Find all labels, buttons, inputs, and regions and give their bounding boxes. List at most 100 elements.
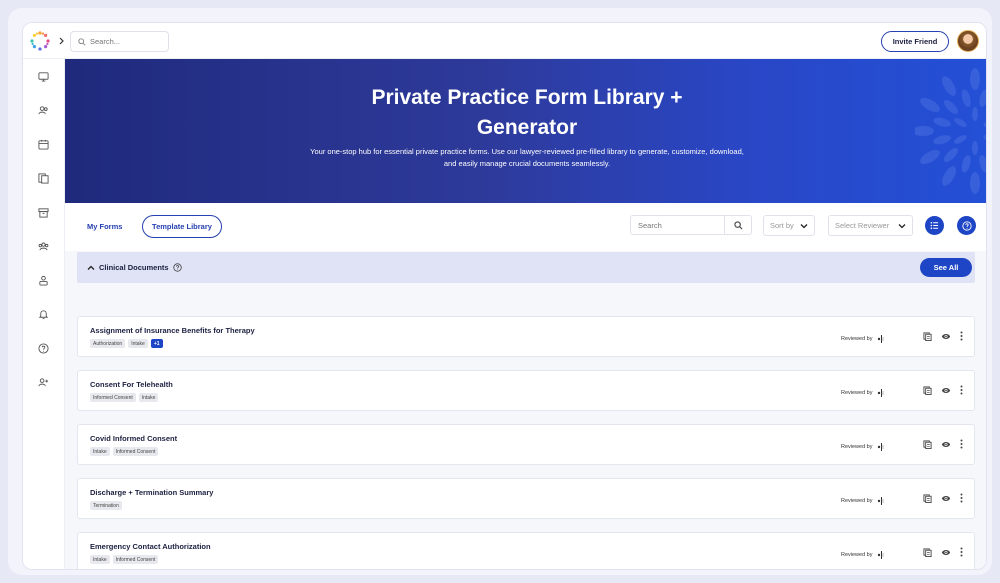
tab-my-forms[interactable]: My Forms	[87, 222, 122, 231]
info-icon[interactable]	[172, 263, 182, 272]
tab-template-library[interactable]: Template Library	[142, 215, 222, 238]
more-options-icon[interactable]	[960, 439, 963, 449]
invite-friend-button[interactable]: Invite Friend	[881, 31, 949, 52]
reviewer-logo-icon	[877, 389, 883, 397]
group-icon[interactable]	[36, 239, 50, 253]
tag-badge: Informed Consent	[90, 393, 136, 402]
more-tags-badge[interactable]: +1	[150, 339, 163, 348]
tag-list: Authorization Intake +1	[90, 339, 163, 348]
add-user-icon[interactable]	[36, 375, 50, 389]
reviewed-by-label: Reviewed by	[841, 444, 873, 450]
section-title: Clinical Documents	[99, 263, 169, 272]
more-options-icon[interactable]	[960, 385, 963, 395]
help-icon[interactable]	[36, 341, 50, 355]
tag-badge: Intake	[138, 393, 159, 402]
search-icon	[78, 37, 86, 46]
sidebar	[23, 59, 65, 569]
decorative-pattern-icon	[915, 68, 986, 194]
card-actions	[923, 331, 963, 341]
sort-by-placeholder: Sort by	[770, 221, 794, 230]
chevron-down-icon	[898, 224, 906, 229]
list-item[interactable]: Consent For Telehealth Informed Consent In…	[77, 370, 975, 411]
top-bar: Invite Friend	[23, 23, 986, 59]
help-button[interactable]	[957, 216, 976, 235]
clinical-documents-section: Clinical Documents See All	[77, 252, 975, 283]
reviewer-select[interactable]: Select Reviewer	[828, 215, 913, 236]
eye-icon[interactable]	[941, 386, 951, 395]
avatar[interactable]	[957, 30, 979, 52]
eye-icon[interactable]	[941, 494, 951, 503]
controls-bar: My Forms Template Library Sort by Select…	[65, 203, 986, 251]
search-icon	[733, 220, 742, 229]
chevron-right-icon[interactable]	[55, 35, 67, 47]
eye-icon[interactable]	[941, 332, 951, 341]
archive-icon[interactable]	[36, 205, 50, 219]
copy-icon[interactable]	[923, 385, 932, 395]
form-title[interactable]: Emergency Contact Authorization	[90, 542, 211, 551]
tag-list: Intake Informed Consent	[90, 447, 159, 456]
tag-badge: Informed Consent	[112, 555, 159, 564]
documents-icon[interactable]	[36, 171, 50, 185]
copy-icon[interactable]	[923, 439, 932, 449]
list-item[interactable]: Discharge + Termination Summary Terminati…	[77, 478, 975, 519]
reviewer-logo-icon	[877, 443, 883, 451]
reviewed-by: Reviewed by	[841, 388, 886, 398]
reviewed-by: Reviewed by	[841, 334, 886, 344]
list-item[interactable]: Assignment of Insurance Benefits for The…	[77, 316, 975, 357]
eye-icon[interactable]	[941, 548, 951, 557]
bell-icon[interactable]	[36, 307, 50, 321]
more-options-icon[interactable]	[960, 331, 963, 341]
reviewed-by: Reviewed by	[841, 496, 886, 506]
tag-badge: Intake	[128, 339, 148, 348]
list-item[interactable]: Covid Informed Consent Intake Informed Con…	[77, 424, 975, 465]
logo-icon[interactable]	[29, 30, 51, 52]
search-button[interactable]	[724, 216, 751, 234]
tag-badge: Intake	[90, 555, 110, 564]
app-frame: Invite Friend	[8, 8, 992, 575]
list-item[interactable]: Emergency Contact Authorization Intake Inf…	[77, 532, 975, 569]
card-actions	[923, 385, 963, 395]
form-title[interactable]: Assignment of Insurance Benefits for The…	[90, 326, 255, 335]
tag-badge: Termination	[90, 501, 122, 510]
reviewer-logo-icon	[877, 335, 883, 343]
card-actions	[923, 493, 963, 503]
tag-list: Termination	[90, 501, 122, 510]
copy-icon[interactable]	[923, 493, 932, 503]
calendar-icon[interactable]	[36, 137, 50, 151]
reviewer-logo-icon	[877, 497, 883, 505]
sort-by-select[interactable]: Sort by	[763, 215, 815, 236]
app-window: Invite Friend	[22, 22, 987, 570]
card-actions	[923, 439, 963, 449]
card-actions	[923, 547, 963, 557]
forms-search-input[interactable]	[631, 220, 723, 230]
tag-list: Intake Informed Consent	[90, 555, 159, 564]
more-options-icon[interactable]	[960, 493, 963, 503]
tag-badge: Authorization	[90, 339, 126, 348]
section-header[interactable]: Clinical Documents	[87, 263, 182, 272]
form-title[interactable]: Consent For Telehealth	[90, 380, 173, 389]
hero-banner: Private Practice Form Library + Generato…	[65, 59, 986, 203]
global-search[interactable]	[70, 31, 169, 52]
list-view-button[interactable]	[925, 216, 944, 235]
eye-icon[interactable]	[941, 440, 951, 449]
copy-icon[interactable]	[923, 331, 932, 341]
reviewed-by-label: Reviewed by	[841, 498, 873, 504]
reviewed-by: Reviewed by	[841, 442, 886, 452]
forms-search[interactable]	[630, 215, 752, 235]
main-content: Private Practice Form Library + Generato…	[65, 59, 986, 569]
copy-icon[interactable]	[923, 547, 932, 557]
global-search-input[interactable]	[90, 37, 160, 46]
chevron-up-icon[interactable]	[87, 264, 95, 272]
list-icon	[930, 221, 939, 230]
page-subtitle: Your one-stop hub for essential private …	[310, 147, 744, 168]
more-options-icon[interactable]	[960, 547, 963, 557]
monitor-icon[interactable]	[36, 69, 50, 83]
reviewed-by-label: Reviewed by	[841, 336, 873, 342]
profile-icon[interactable]	[36, 273, 50, 287]
form-title[interactable]: Discharge + Termination Summary	[90, 488, 213, 497]
tag-badge: Informed Consent	[112, 447, 159, 456]
chevron-down-icon	[800, 224, 808, 229]
see-all-button[interactable]: See All	[920, 258, 972, 277]
form-title[interactable]: Covid Informed Consent	[90, 434, 177, 443]
users-icon[interactable]	[36, 103, 50, 117]
